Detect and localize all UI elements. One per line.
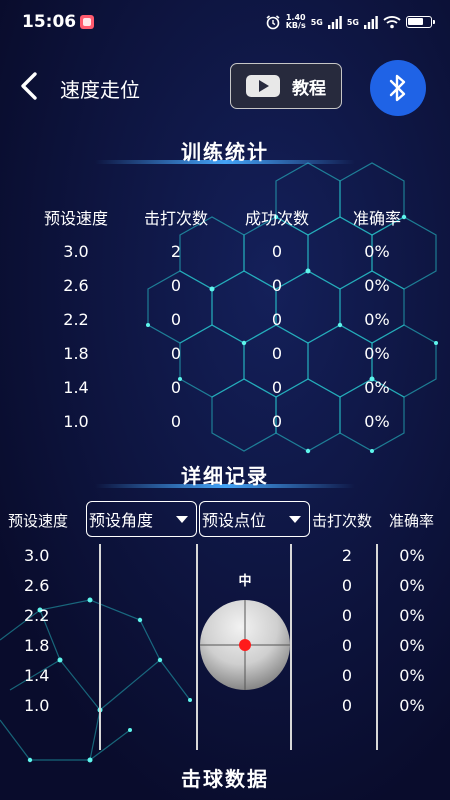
table-cell: 0: [170, 377, 182, 397]
table-cell: 0: [170, 275, 182, 295]
list-item: 3.0: [24, 545, 50, 565]
table-cell: 0: [170, 411, 182, 431]
table-cell: 0: [271, 241, 283, 261]
table-cell: 0: [170, 309, 182, 329]
column-header: 准确率: [352, 209, 401, 228]
tutorial-label: 教程: [292, 78, 326, 99]
table-row: 1.8 0 0 0%: [25, 336, 425, 370]
signal-icon-2: [364, 15, 378, 29]
table-cell: 2.6: [63, 275, 89, 295]
notification-app-icon: [80, 15, 94, 29]
bluetooth-button[interactable]: [370, 60, 426, 116]
training-stats-title: 训练统计: [181, 140, 269, 164]
list-item: 1.8: [24, 635, 50, 655]
detail-speed-list: 3.0 2.6 2.2 1.8 1.4 1.0: [24, 540, 64, 720]
network-speed: 1.40 KB/s: [286, 14, 306, 30]
network-type-1: 5G: [310, 17, 323, 27]
column-divider: [376, 544, 378, 750]
zone-label: 中: [238, 574, 252, 589]
detail-hits-header: 击打次数: [312, 512, 373, 530]
table-cell: 2.2: [63, 309, 89, 329]
list-item: 0: [341, 575, 353, 595]
table-cell: 0%: [364, 309, 390, 329]
table-row: 2.2 0 0 0%: [25, 302, 425, 336]
play-icon: [246, 75, 280, 97]
list-item: 0%: [399, 575, 425, 595]
wifi-icon: [383, 16, 401, 29]
battery-icon: [406, 16, 435, 28]
table-cell: 3.0: [63, 241, 89, 261]
table-cell: 0%: [364, 377, 390, 397]
table-row: 1.0 0 0 0%: [25, 404, 425, 438]
column-header: 击打次数: [143, 209, 208, 228]
ball-hit-point-diagram: [200, 600, 290, 690]
network-type-2: 5G: [346, 17, 359, 27]
detail-records-title: 详细记录: [181, 464, 269, 488]
table-cell: 0: [271, 377, 283, 397]
back-arrow-icon[interactable]: [14, 68, 44, 104]
list-item: 0%: [399, 545, 425, 565]
column-header: 预设速度: [43, 209, 108, 228]
preset-point-dropdown[interactable]: 预设点位: [199, 501, 310, 537]
detail-speed-header: 预设速度: [8, 512, 69, 530]
signal-icon: [327, 15, 342, 29]
table-cell: 1.0: [63, 411, 89, 431]
training-stats-table: 预设速度 击打次数 成功次数 准确率 3.0 2 0 0% 2.6 0 0 0%…: [25, 200, 425, 438]
preset-angle-label: 预设角度: [89, 511, 154, 530]
status-icons: 1.40 KB/s 5G 5G: [265, 12, 435, 32]
list-item: 2.2: [24, 605, 50, 625]
table-row: 1.4 0 0 0%: [25, 370, 425, 404]
list-item: 0%: [399, 695, 425, 715]
table-cell: 0: [271, 411, 283, 431]
table-cell: 0: [271, 343, 283, 363]
status-bar: 15:06 1.40 KB/s 5G 5G: [0, 0, 450, 46]
column-divider: [99, 544, 101, 750]
detail-hits-list: 2 0 0 0 0 0: [332, 540, 362, 720]
table-cell: 2: [170, 241, 182, 261]
list-item: 0%: [399, 665, 425, 685]
list-item: 0: [341, 605, 353, 625]
bluetooth-icon: [389, 74, 406, 102]
list-item: 0%: [399, 605, 425, 625]
list-item: 1.4: [24, 665, 50, 685]
list-item: 1.0: [24, 695, 50, 715]
caret-down-icon: [289, 516, 301, 523]
alarm-icon: [266, 15, 280, 30]
table-cell: 0: [170, 343, 182, 363]
hit-data-title: 击球数据: [181, 767, 269, 791]
status-time: 15:06: [22, 12, 77, 32]
hit-point-marker: [239, 639, 251, 651]
list-item: 0: [341, 695, 353, 715]
table-cell: 0%: [364, 275, 390, 295]
column-header: 成功次数: [244, 209, 309, 228]
table-cell: 0: [271, 275, 283, 295]
list-item: 0: [341, 665, 353, 685]
list-item: 0%: [399, 635, 425, 655]
table-row: 3.0 2 0 0%: [25, 234, 425, 268]
table-row: 2.6 0 0 0%: [25, 268, 425, 302]
table-cell: 0: [271, 309, 283, 329]
preset-point-label: 预设点位: [202, 511, 267, 530]
network-speed-unit: KB/s: [285, 21, 306, 30]
table-cell: 0%: [364, 411, 390, 431]
page-title: 速度走位: [60, 78, 140, 102]
table-header-row: 预设速度 击打次数 成功次数 准确率: [25, 200, 425, 234]
table-cell: 0%: [364, 343, 390, 363]
tutorial-button[interactable]: 教程: [230, 63, 342, 109]
table-cell: 1.4: [63, 377, 89, 397]
list-item: 2: [341, 545, 353, 565]
list-item: 0: [341, 635, 353, 655]
detail-accuracy-list: 0% 0% 0% 0% 0% 0%: [392, 540, 432, 720]
caret-down-icon: [176, 516, 188, 523]
preset-angle-dropdown[interactable]: 预设角度: [86, 501, 197, 537]
detail-accuracy-header: 准确率: [389, 512, 435, 530]
table-cell: 0%: [364, 241, 390, 261]
list-item: 2.6: [24, 575, 50, 595]
table-cell: 1.8: [63, 343, 89, 363]
